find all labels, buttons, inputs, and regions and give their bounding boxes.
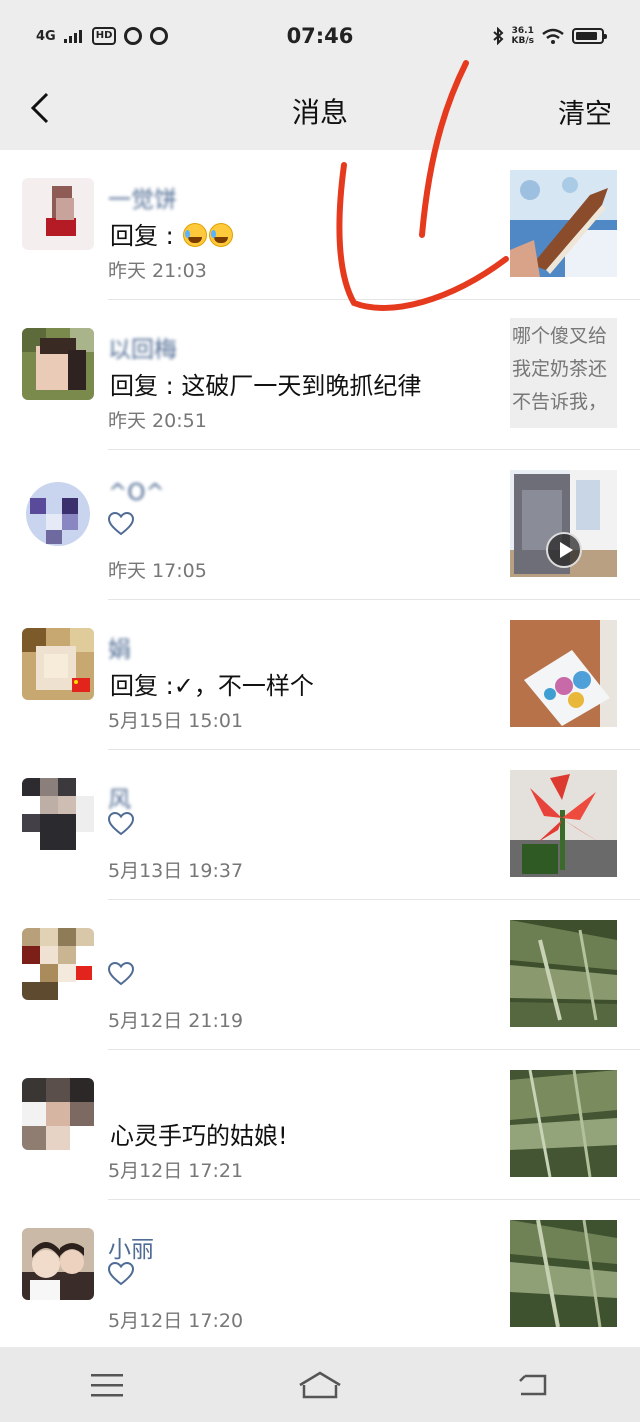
message-time: 昨天 21:03	[108, 260, 207, 282]
avatar[interactable]	[22, 628, 94, 700]
avatar[interactable]	[22, 778, 94, 850]
message-item[interactable]: ^O^ 昨天 17:05	[0, 450, 640, 600]
network-speed: 36.1 KB/s	[512, 26, 534, 46]
user-name[interactable]: 以回梅	[108, 330, 177, 364]
post-thumbnail[interactable]	[510, 620, 617, 727]
message-time: 5月12日 17:20	[108, 1310, 244, 1332]
post-text-thumbnail[interactable]: 哪个傻叉给我定奶茶还不告诉我，	[510, 318, 617, 428]
network-label: 4G	[36, 28, 56, 44]
header: 消息 清空	[0, 72, 640, 150]
play-icon[interactable]	[546, 532, 582, 568]
wifi-icon	[542, 28, 564, 44]
speed-value: 36.1	[511, 26, 534, 36]
video-thumbnail[interactable]	[510, 470, 617, 577]
message-time: 5月12日 17:21	[108, 1160, 244, 1182]
like-heart-icon	[108, 512, 134, 536]
speed-unit: KB/s	[511, 36, 534, 46]
post-thumbnail[interactable]	[510, 1220, 617, 1327]
user-name[interactable]: ^O^	[108, 480, 165, 506]
user-name[interactable]: 小丽	[108, 1230, 154, 1264]
message-list: 一觉饼 回复 : 昨天 21:03 以回梅 回复: 这破厂一天到晚抓纪律 昨天…	[0, 150, 640, 1350]
post-thumbnail[interactable]	[510, 920, 617, 1027]
system-nav-bar	[0, 1347, 640, 1422]
message-item[interactable]: 心灵手巧的姑娘! 5月12日 17:21	[0, 1050, 640, 1200]
post-thumbnail[interactable]	[510, 1070, 617, 1177]
message-time: 昨天 20:51	[108, 410, 207, 432]
message-content: 回复 :	[110, 216, 234, 251]
app-notification-icon-2	[150, 27, 169, 45]
chevron-left-icon	[30, 92, 49, 124]
status-bar: 4G HD 07:46 36.1 KB/s	[0, 0, 640, 72]
like-heart-icon	[108, 812, 134, 836]
crying-laughing-emoji-icon	[209, 223, 234, 247]
reply-text: 回复 :	[110, 222, 182, 250]
user-name[interactable]: 一觉饼	[108, 180, 177, 214]
avatar[interactable]	[22, 1228, 94, 1300]
user-name[interactable]: 风	[108, 780, 131, 814]
message-content: 心灵手巧的姑娘!	[110, 1122, 288, 1150]
like-heart-icon	[108, 1262, 134, 1286]
like-heart-icon	[108, 962, 134, 986]
message-content: 回复 : 这破厂一天到晚抓纪律	[110, 372, 422, 400]
avatar[interactable]	[22, 928, 94, 1000]
message-time: 5月15日 15:01	[108, 710, 244, 732]
post-thumbnail[interactable]	[510, 770, 617, 877]
app-notification-icon	[124, 27, 143, 45]
message-item[interactable]: 5月12日 21:19	[0, 900, 640, 1050]
menu-icon	[90, 1373, 123, 1396]
message-time: 昨天 17:05	[108, 560, 207, 582]
home-icon	[299, 1371, 341, 1398]
page-title: 消息	[291, 96, 348, 129]
avatar[interactable]	[22, 1078, 94, 1150]
message-item[interactable]: 以回梅 回复 : 这破厂一天到晚抓纪律 昨天 20:51 哪个傻叉给我定奶茶还不…	[0, 300, 640, 450]
back-nav-button[interactable]	[503, 1360, 563, 1410]
message-time: 5月13日 19:37	[108, 860, 244, 882]
avatar[interactable]	[22, 478, 94, 550]
battery-icon	[572, 28, 607, 44]
crying-laughing-emoji-icon	[183, 223, 208, 247]
signal-icon	[63, 30, 82, 43]
hd-icon: HD	[91, 27, 117, 45]
bluetooth-icon	[492, 27, 503, 45]
message-item[interactable]: 一觉饼 回复 : 昨天 21:03	[0, 150, 640, 300]
back-icon	[519, 1374, 547, 1395]
status-left-icons: 4G HD	[36, 27, 169, 45]
message-item[interactable]: 风 5月13日 19:37	[0, 750, 640, 900]
home-button[interactable]	[290, 1360, 350, 1410]
clear-button[interactable]: 清空	[558, 92, 612, 131]
back-button[interactable]	[18, 86, 62, 130]
message-item[interactable]: 娟 回复 :✓，不一样个 5月15日 15:01	[0, 600, 640, 750]
avatar[interactable]	[22, 178, 94, 250]
avatar[interactable]	[22, 328, 94, 400]
user-name[interactable]: 娟	[108, 630, 131, 664]
message-item[interactable]: 小丽 5月12日 17:20	[0, 1200, 640, 1350]
message-content: 回复 :✓，不一样个	[110, 672, 314, 700]
menu-button[interactable]	[77, 1360, 137, 1410]
post-thumbnail[interactable]	[510, 170, 617, 277]
status-right-icons: 36.1 KB/s	[492, 26, 607, 46]
message-time: 5月12日 21:19	[108, 1010, 244, 1032]
